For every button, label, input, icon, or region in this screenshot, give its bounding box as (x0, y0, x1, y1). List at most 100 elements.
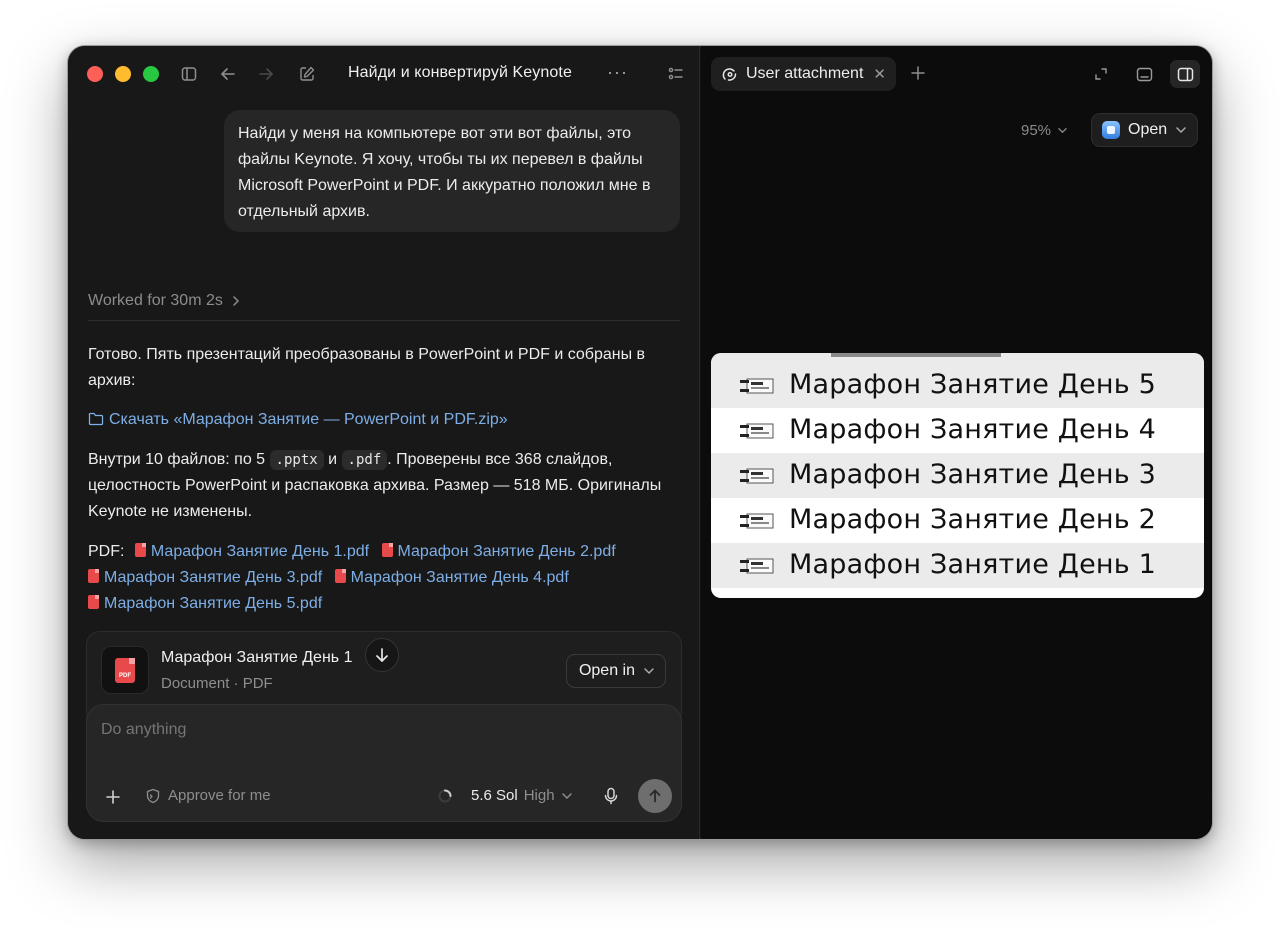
chevron-right-icon (233, 296, 239, 306)
chevron-down-icon (1058, 128, 1067, 134)
image-file-name: Марафон Занятие День 3 (789, 459, 1157, 490)
close-tab-icon[interactable]: ✕ (873, 65, 886, 83)
loading-spinner-icon (438, 789, 452, 802)
user-message-bubble: Найди у меня на компьютере вот эти вот ф… (224, 110, 680, 232)
chevron-down-icon (644, 668, 654, 675)
microphone-button[interactable] (599, 784, 623, 808)
forward-arrow-icon[interactable] (254, 62, 278, 86)
pdf-file-icon (88, 595, 99, 609)
folder-icon (88, 412, 104, 426)
pdf-link-5[interactable]: Марафон Занятие День 5.pdf (88, 595, 322, 612)
minimize-window-button[interactable] (115, 66, 131, 82)
image-file-name: Марафон Занятие День 1 (789, 549, 1157, 580)
app-window: Найди и конвертируй Keynote ··· Найди у … (67, 45, 1213, 840)
contents-and: и (328, 451, 338, 468)
archive-contents-text: Внутри 10 файлов: по 5 .pptx и .pdf. Про… (88, 447, 688, 525)
composer: Approve for me 5.6 Sol High (86, 704, 682, 822)
keynote-file-icon (740, 378, 774, 394)
chevron-down-icon (561, 792, 572, 799)
keynote-file-icon (740, 468, 774, 484)
tab-label: User attachment (746, 65, 864, 82)
model-level: High (523, 787, 555, 804)
new-tab-button[interactable] (907, 62, 929, 84)
approve-for-me-toggle[interactable]: Approve for me (145, 787, 271, 804)
chat-pane: Найди и конвертируй Keynote ··· Найди у … (68, 46, 700, 839)
conversation-title: Найди и конвертируй Keynote (348, 64, 572, 81)
pdf-file-icon (88, 569, 99, 583)
bottom-panel-icon (1136, 67, 1152, 81)
attachment-viewer-pane: User attachment ✕ 95% Open Марафон Занят… (701, 46, 1212, 839)
pdf-link-5-label[interactable]: Марафон Занятие День 5.pdf (104, 595, 322, 612)
side-panel-icon (1177, 67, 1193, 81)
cropped-row (711, 353, 1204, 363)
approve-label: Approve for me (168, 787, 271, 804)
open-label: Open (1128, 121, 1168, 138)
side-panel-toggle[interactable] (1170, 60, 1200, 88)
download-link-line: Скачать «Марафон Занятие — PowerPoint и … (88, 407, 688, 433)
zoom-window-button[interactable] (143, 66, 159, 82)
send-button[interactable] (638, 779, 672, 813)
image-file-row: Марафон Занятие День 1 (711, 543, 1204, 588)
new-chat-pencil-icon[interactable] (295, 62, 319, 86)
image-file-name: Марафон Занятие День 4 (789, 414, 1157, 445)
add-attachment-button[interactable] (101, 785, 125, 809)
keynote-file-icon (740, 558, 774, 574)
pdf-file-icon (381, 543, 393, 557)
expand-view-button[interactable] (1086, 60, 1116, 88)
open-in-label: Open in (578, 662, 635, 679)
arrow-up-icon (649, 789, 661, 803)
keynote-file-icon (740, 513, 774, 529)
pdf-file-icon (334, 569, 346, 583)
download-archive-link[interactable]: Скачать «Марафон Занятие — PowerPoint и … (109, 411, 508, 428)
image-file-row: Марафон Занятие День 5 (711, 363, 1204, 408)
image-file-name: Марафон Занятие День 5 (789, 369, 1157, 400)
pdf-link-1[interactable]: Марафон Занятие День 1.pdf (134, 543, 369, 560)
pdf-file-icon (134, 543, 146, 557)
pdf-link-3-label[interactable]: Марафон Занятие День 3.pdf (104, 569, 322, 586)
tab-user-attachment[interactable]: User attachment ✕ (711, 57, 896, 91)
prompt-input[interactable] (101, 721, 661, 739)
pdf-link-3[interactable]: Марафон Занятие День 3.pdf (88, 569, 322, 586)
pdf-link-4[interactable]: Марафон Занятие День 4.pdf (334, 569, 569, 586)
pdf-document-icon: PDF (115, 657, 135, 683)
pdf-link-2-label[interactable]: Марафон Занятие День 2.pdf (398, 543, 616, 560)
pdf-label: PDF: (88, 543, 125, 560)
titlebar: Найди и конвертируй Keynote ··· (68, 46, 700, 102)
pdf-link-1-label[interactable]: Марафон Занятие День 1.pdf (151, 543, 369, 560)
attachment-image: Марафон Занятие День 5 Марафон Занятие Д… (711, 353, 1204, 598)
image-file-name: Марафон Занятие День 2 (789, 504, 1157, 535)
image-file-row: Марафон Занятие День 3 (711, 453, 1204, 498)
chevron-down-icon (1176, 127, 1186, 134)
zoom-selector[interactable]: 95% (1021, 122, 1068, 139)
checklist-icon[interactable] (664, 62, 688, 86)
open-in-button[interactable]: Open in (565, 654, 666, 688)
back-arrow-icon[interactable] (216, 62, 240, 86)
preview-app-icon (1102, 121, 1120, 139)
scroll-to-bottom-button[interactable] (365, 638, 399, 672)
open-with-button[interactable]: Open (1091, 113, 1199, 147)
worked-duration-toggle[interactable]: Worked for 30m 2s (88, 292, 241, 310)
pdf-link-2[interactable]: Марафон Занятие День 2.pdf (381, 543, 616, 560)
image-file-row: Марафон Занятие День 2 (711, 498, 1204, 543)
code-pptx: .pptx (269, 450, 324, 470)
model-name: 5.6 Sol (471, 787, 518, 804)
contents-prefix: Внутри 10 файлов: по 5 (88, 451, 266, 468)
sidebar-toggle-icon[interactable] (177, 62, 201, 86)
keynote-file-icon (740, 423, 774, 439)
close-window-button[interactable] (87, 66, 103, 82)
model-selector[interactable]: 5.6 Sol High (437, 787, 573, 804)
plus-icon (106, 790, 120, 804)
more-options-icon[interactable]: ··· (607, 62, 628, 83)
attachment-name: Марафон Занятие День 1 (161, 649, 353, 666)
pdf-link-4-label[interactable]: Марафон Занятие День 4.pdf (351, 569, 569, 586)
zoom-level: 95% (1021, 122, 1052, 139)
divider (88, 320, 680, 321)
pdf-thumb-label: PDF (119, 672, 131, 679)
bottom-panel-toggle[interactable] (1129, 60, 1159, 88)
assistant-intro: Готово. Пять презентаций преобразованы в… (88, 346, 646, 389)
shield-icon (146, 788, 160, 803)
pdf-links-block: PDF: Марафон Занятие День 1.pdf Марафон … (88, 539, 688, 617)
expand-icon (1095, 68, 1107, 80)
attachment-meta: Document · PDF (161, 675, 273, 692)
code-pdf: .pdf (341, 450, 388, 470)
